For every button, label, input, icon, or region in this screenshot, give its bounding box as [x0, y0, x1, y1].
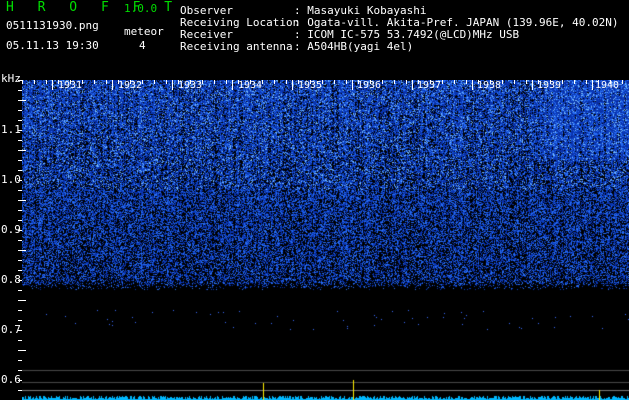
minute-label-1938: 1938 — [477, 80, 502, 91]
minute-label-1935: 1935 — [298, 80, 323, 91]
freq-label-0-8: 0.8 — [1, 273, 21, 286]
spectrogram-axis-ticks — [18, 80, 623, 391]
minute-label-1936: 1936 — [357, 80, 382, 91]
hroft-window: H R O F F T 1.0.0 0511131930.png 05.11.1… — [0, 0, 629, 400]
minute-label-1939: 1939 — [537, 80, 562, 91]
minute-label-1940: 1940 — [595, 80, 620, 91]
frequency-unit-label: kHz — [1, 72, 21, 85]
freq-label-0-9: 0.9 — [1, 223, 21, 236]
freq-label-0-7: 0.7 — [1, 323, 21, 336]
freq-label-0-6: 0.6 — [1, 373, 21, 386]
minute-label-1934: 1934 — [238, 80, 263, 91]
minute-label-1931: 1931 — [58, 80, 83, 91]
freq-label-1-0: 1.0 — [1, 173, 21, 186]
minute-label-1932: 1932 — [118, 80, 143, 91]
minute-label-1937: 1937 — [417, 80, 442, 91]
freq-label-1-1: 1.1 — [1, 123, 21, 136]
minute-label-1933: 1933 — [178, 80, 203, 91]
